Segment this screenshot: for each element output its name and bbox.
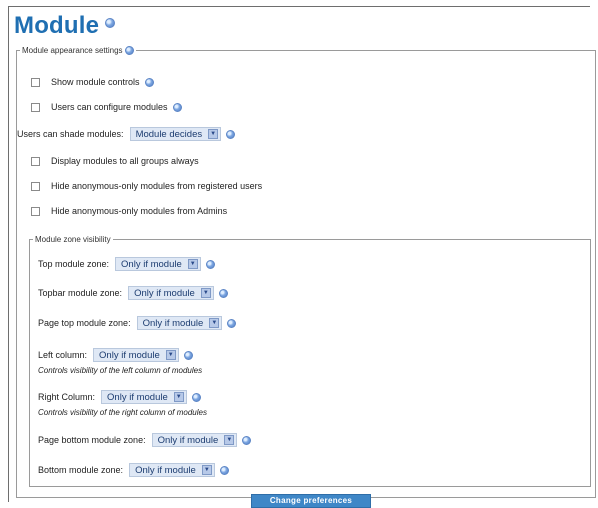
change-preferences-button[interactable]: Change preferences — [251, 494, 371, 508]
appearance-legend-text: Module appearance settings — [22, 46, 123, 55]
show-controls-label: Show module controls — [51, 77, 140, 88]
help-icon[interactable] — [227, 318, 237, 328]
left-border — [8, 6, 9, 502]
shade-modules-row: Users can shade modules: Module decides ▼ — [17, 127, 236, 142]
left-column-note: Controls visibility of the left column o… — [38, 366, 203, 376]
help-icon[interactable] — [218, 288, 228, 298]
help-icon[interactable] — [144, 77, 154, 87]
dropdown-arrow-icon[interactable]: ▼ — [200, 288, 211, 299]
pagetop-zone-row: Page top module zone: Only if module ▼ — [38, 316, 237, 331]
dropdown-arrow-icon[interactable]: ▼ — [224, 435, 235, 446]
display-all-groups-row: Display modules to all groups always — [31, 156, 199, 166]
display-all-groups-label: Display modules to all groups always — [51, 156, 199, 167]
module-zone-visibility: Module zone visibility Top module zone: … — [29, 235, 591, 488]
dropdown-arrow-icon[interactable]: ▼ — [209, 318, 220, 329]
show-controls-row: Show module controls — [31, 77, 154, 87]
help-icon[interactable] — [183, 350, 193, 360]
hide-anon-registered-label: Hide anonymous-only modules from registe… — [51, 181, 263, 192]
help-icon[interactable] — [191, 392, 201, 402]
top-zone-row: Top module zone: Only if module ▼ — [38, 257, 215, 272]
topbar-zone-row: Topbar module zone: Only if module ▼ — [38, 286, 228, 301]
left-column-row: Left column: Only if module ▼ — [38, 348, 193, 363]
help-icon[interactable] — [172, 102, 182, 112]
left-column-value: Only if module — [99, 349, 160, 361]
hide-anon-registered-checkbox[interactable] — [31, 181, 40, 191]
topbar-zone-select[interactable]: Only if module ▼ — [128, 286, 214, 301]
page-title: Module — [14, 12, 116, 40]
dropdown-arrow-icon[interactable]: ▼ — [201, 465, 212, 476]
right-column-label: Right Column: — [38, 392, 96, 403]
bottom-zone-label: Bottom module zone: — [38, 465, 124, 476]
pagetop-zone-select[interactable]: Only if module ▼ — [136, 316, 223, 331]
help-icon[interactable] — [105, 18, 116, 28]
pagebottom-zone-label: Page bottom module zone: — [38, 435, 146, 446]
dropdown-arrow-icon[interactable]: ▼ — [208, 129, 219, 140]
hide-anon-admins-label: Hide anonymous-only modules from Admins — [51, 206, 228, 217]
topbar-zone-value: Only if module — [134, 287, 195, 299]
help-icon[interactable] — [242, 435, 252, 445]
users-configure-checkbox[interactable] — [31, 102, 40, 112]
users-configure-label: Users can configure modules — [51, 102, 168, 113]
bottom-zone-select[interactable]: Only if module ▼ — [129, 463, 215, 478]
topbar-zone-label: Topbar module zone: — [38, 288, 123, 299]
right-column-row: Right Column: Only if module ▼ — [38, 390, 201, 405]
show-controls-checkbox[interactable] — [31, 77, 40, 87]
module-appearance-settings: Module appearance settings Show module c… — [16, 46, 596, 498]
pagebottom-zone-value: Only if module — [157, 434, 219, 446]
dropdown-arrow-icon[interactable]: ▼ — [173, 392, 184, 403]
help-icon[interactable] — [205, 259, 215, 269]
dropdown-arrow-icon[interactable]: ▼ — [187, 259, 198, 270]
bottom-zone-value: Only if module — [135, 464, 196, 476]
zones-legend: Module zone visibility — [35, 235, 111, 245]
display-all-groups-checkbox[interactable] — [31, 156, 40, 166]
shade-modules-value: Module decides — [135, 128, 203, 140]
users-configure-row: Users can configure modules — [31, 102, 182, 112]
shade-modules-select[interactable]: Module decides ▼ — [129, 127, 222, 142]
help-icon[interactable] — [226, 129, 236, 139]
dropdown-arrow-icon[interactable]: ▼ — [165, 350, 176, 361]
hide-anon-registered-row: Hide anonymous-only modules from registe… — [31, 181, 262, 191]
right-column-select[interactable]: Only if module ▼ — [101, 390, 187, 405]
bottom-zone-row: Bottom module zone: Only if module ▼ — [38, 463, 229, 478]
pagetop-zone-label: Page top module zone: — [38, 318, 131, 329]
help-icon[interactable] — [124, 46, 134, 56]
left-column-label: Left column: — [38, 350, 88, 361]
top-border — [8, 6, 590, 7]
pagetop-zone-value: Only if module — [142, 317, 204, 329]
hide-anon-admins-checkbox[interactable] — [31, 206, 40, 216]
pagebottom-zone-row: Page bottom module zone: Only if module ▼ — [38, 433, 252, 448]
page-title-text: Module — [14, 12, 100, 39]
shade-modules-label: Users can shade modules: — [17, 129, 124, 140]
top-zone-label: Top module zone: — [38, 259, 110, 270]
pagebottom-zone-select[interactable]: Only if module ▼ — [151, 433, 238, 448]
right-column-note: Controls visibility of the right column … — [38, 408, 207, 418]
appearance-legend: Module appearance settings — [20, 46, 136, 56]
hide-anon-admins-row: Hide anonymous-only modules from Admins — [31, 206, 227, 216]
top-zone-select[interactable]: Only if module ▼ — [115, 257, 201, 272]
right-column-value: Only if module — [107, 391, 168, 403]
help-icon[interactable] — [219, 465, 229, 475]
top-zone-value: Only if module — [121, 258, 182, 270]
left-column-select[interactable]: Only if module ▼ — [93, 348, 179, 363]
